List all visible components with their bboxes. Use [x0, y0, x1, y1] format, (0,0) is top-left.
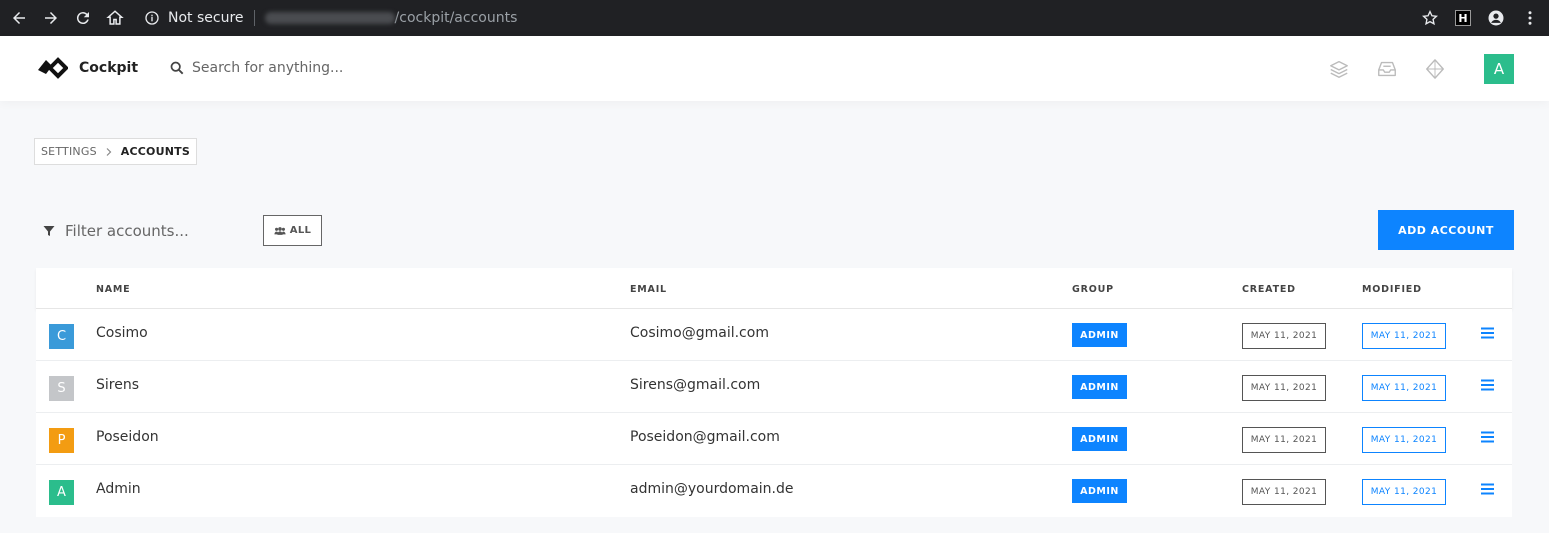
account-email: Cosimo@gmail.com — [630, 325, 769, 341]
reload-icon[interactable] — [72, 7, 94, 29]
all-groups-label: ALL — [289, 225, 312, 236]
account-avatar: A — [49, 480, 74, 505]
modified-date: MAY 11, 2021 — [1362, 479, 1446, 505]
modified-date: MAY 11, 2021 — [1362, 323, 1446, 349]
account-name[interactable]: Sirens — [96, 377, 139, 393]
account-avatar: C — [49, 324, 74, 349]
diamond-icon[interactable] — [1424, 58, 1446, 80]
table-row: S Sirens Sirens@gmail.com ADMIN MAY 11, … — [36, 361, 1512, 413]
account-name[interactable]: Admin — [96, 481, 141, 497]
group-badge: ADMIN — [1072, 427, 1127, 451]
browser-menu-icon[interactable] — [1521, 9, 1539, 27]
info-icon[interactable] — [144, 10, 160, 26]
address-bar[interactable]: Not secure /cockpit/accounts — [144, 0, 517, 36]
created-date: MAY 11, 2021 — [1242, 427, 1326, 453]
accounts-filter[interactable] — [43, 222, 245, 240]
row-menu-icon[interactable] — [1481, 327, 1494, 339]
breadcrumb-accounts: ACCOUNTS — [120, 145, 190, 158]
column-group[interactable]: GROUP — [1072, 284, 1114, 295]
filter-icon — [43, 226, 55, 236]
filter-input[interactable] — [65, 222, 245, 240]
browser-toolbar: Not secure /cockpit/accounts H — [0, 0, 1549, 36]
column-created[interactable]: CREATED — [1242, 284, 1296, 295]
profile-icon[interactable] — [1487, 9, 1505, 27]
group-badge: ADMIN — [1072, 479, 1127, 503]
account-email: Poseidon@gmail.com — [630, 429, 780, 445]
all-groups-button[interactable]: ALL — [263, 215, 322, 246]
security-label: Not secure — [168, 10, 244, 26]
created-date: MAY 11, 2021 — [1242, 479, 1326, 505]
account-avatar: P — [49, 428, 74, 453]
column-email[interactable]: EMAIL — [630, 284, 667, 295]
app-header: Cockpit — [0, 36, 1549, 101]
global-search[interactable] — [170, 60, 492, 76]
home-icon[interactable] — [104, 7, 126, 29]
table-row: C Cosimo Cosimo@gmail.com ADMIN MAY 11, … — [36, 309, 1512, 361]
url-path: /cockpit/accounts — [394, 10, 518, 26]
created-date: MAY 11, 2021 — [1242, 323, 1326, 349]
account-email: Sirens@gmail.com — [630, 377, 761, 393]
search-icon — [170, 61, 184, 75]
group-badge: ADMIN — [1072, 375, 1127, 399]
address-divider — [253, 10, 255, 26]
breadcrumb: SETTINGS ACCOUNTS — [34, 138, 197, 165]
table-row: P Poseidon Poseidon@gmail.com ADMIN MAY … — [36, 413, 1512, 465]
column-name[interactable]: NAME — [96, 284, 130, 295]
modified-date: MAY 11, 2021 — [1362, 375, 1446, 401]
modified-date: MAY 11, 2021 — [1362, 427, 1446, 453]
cockpit-logo-icon[interactable] — [36, 56, 69, 80]
add-account-button[interactable]: ADD ACCOUNT — [1378, 210, 1514, 250]
account-name[interactable]: Cosimo — [96, 325, 148, 341]
layers-icon[interactable] — [1328, 58, 1350, 80]
row-menu-icon[interactable] — [1481, 483, 1494, 495]
column-modified[interactable]: MODIFIED — [1362, 284, 1422, 295]
account-email: admin@yourdomain.de — [630, 481, 794, 497]
inbox-icon[interactable] — [1376, 58, 1398, 80]
bookmark-star-icon[interactable] — [1421, 9, 1439, 27]
users-icon — [274, 226, 286, 235]
created-date: MAY 11, 2021 — [1242, 375, 1326, 401]
account-avatar: S — [49, 376, 74, 401]
row-menu-icon[interactable] — [1481, 379, 1494, 391]
forward-arrow-icon[interactable] — [40, 7, 62, 29]
brand-name[interactable]: Cockpit — [79, 60, 138, 76]
redacted-host — [264, 12, 395, 24]
chevron-right-icon — [106, 147, 112, 156]
accounts-table: NAME EMAIL GROUP CREATED MODIFIED C Cosi… — [36, 268, 1512, 517]
back-arrow-icon[interactable] — [8, 7, 30, 29]
user-avatar[interactable]: A — [1484, 54, 1514, 84]
table-header: NAME EMAIL GROUP CREATED MODIFIED — [36, 268, 1512, 309]
account-name[interactable]: Poseidon — [96, 429, 159, 445]
row-menu-icon[interactable] — [1481, 431, 1494, 443]
search-input[interactable] — [192, 60, 492, 76]
breadcrumb-settings[interactable]: SETTINGS — [41, 145, 97, 158]
group-badge: ADMIN — [1072, 323, 1127, 347]
extension-h-icon[interactable]: H — [1455, 10, 1471, 26]
table-row: A Admin admin@yourdomain.de ADMIN MAY 11… — [36, 465, 1512, 517]
